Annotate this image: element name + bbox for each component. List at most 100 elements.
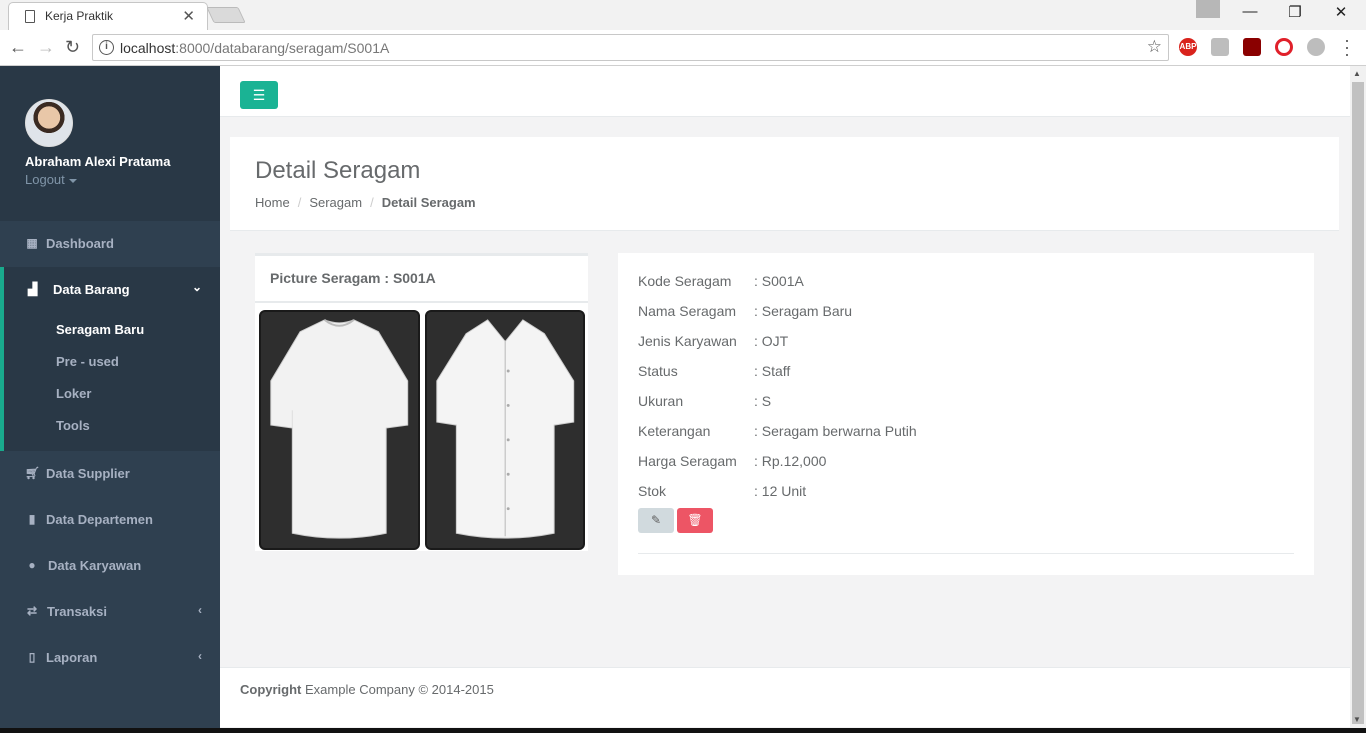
browser-tab[interactable]: Kerja Praktik ✕ [8, 2, 208, 30]
sidebar-subitem-loker[interactable]: Loker [56, 386, 91, 401]
shirt-back-image [259, 310, 420, 550]
sidebar-item-data-karyawan[interactable]: ● Data Karyawan [0, 543, 220, 589]
menu-toggle-button[interactable]: ☰ [240, 81, 278, 109]
sidebar-item-label: Laporan [46, 650, 98, 665]
chevron-left-icon: ‹ [198, 603, 202, 617]
edit-button[interactable]: ✎ [638, 508, 674, 533]
delete-button[interactable]: 🗑︎ [677, 508, 713, 533]
page-title: Detail Seragam [255, 157, 421, 184]
file-pdf-icon: ▯ [28, 650, 36, 664]
detail-key: Status [638, 363, 678, 379]
minimize-button[interactable]: — [1227, 3, 1273, 20]
logout-dropdown[interactable]: Logout [25, 172, 77, 187]
adblock-icon[interactable]: ABP [1179, 38, 1197, 56]
sidebar-subitem-tools[interactable]: Tools [56, 418, 90, 433]
ghostery-icon[interactable] [1307, 38, 1325, 56]
detail-value: : Seragam berwarna Putih [754, 423, 917, 439]
detail-value: : S001A [754, 273, 804, 289]
picture-title: Picture Seragam : S001A [270, 270, 436, 286]
profile-panel: Abraham Alexi Pratama Logout [0, 66, 220, 221]
close-window-button[interactable]: ✕ [1318, 3, 1364, 21]
reload-icon[interactable]: ↻ [65, 37, 80, 58]
scrollbar[interactable]: ▲ ▼ [1350, 66, 1366, 728]
footer-copyright: Copyright Example Company © 2014-2015 [240, 682, 494, 697]
browser-menu-icon[interactable]: · · · [1344, 31, 1350, 63]
drive-icon[interactable] [1211, 38, 1229, 56]
sidebar-item-label: Data Barang [53, 282, 130, 297]
detail-key: Nama Seragam [638, 303, 737, 319]
breadcrumb: Home / Seragam / Detail Seragam [255, 195, 476, 210]
browser-tabbar: Kerja Praktik ✕ — ❐ ✕ [0, 0, 1366, 30]
profile-name[interactable]: Abraham Alexi Pratama [25, 154, 170, 169]
scroll-thumb[interactable] [1352, 82, 1364, 724]
top-navbar: ☰ [220, 66, 1350, 117]
scroll-up-icon[interactable]: ▲ [1353, 69, 1361, 78]
detail-key: Harga Seragam [638, 453, 737, 469]
breadcrumb-seragam[interactable]: Seragam [309, 195, 362, 210]
logout-label: Logout [25, 172, 65, 187]
address-bar[interactable]: i localhost:8000/databarang/seragam/S001… [92, 34, 1169, 61]
detail-value: : OJT [754, 333, 789, 349]
divider [638, 553, 1294, 554]
url-host: localhost [120, 40, 176, 56]
forward-icon[interactable]: → [37, 37, 55, 58]
breadcrumb-home[interactable]: Home [255, 195, 290, 210]
detail-value: : Staff [754, 363, 791, 379]
close-tab-icon[interactable]: ✕ [182, 7, 195, 25]
sidebar-item-transaksi[interactable]: ⇄ Transaksi ‹ [0, 589, 220, 635]
chevron-down-icon: ⌄ [191, 280, 202, 294]
divider [255, 301, 588, 303]
detail-key: Ukuran [638, 393, 684, 409]
acrobat-icon[interactable] [1243, 38, 1261, 56]
bar-chart-icon: ▟ [28, 282, 38, 296]
uniform-image [259, 310, 585, 550]
sidebar-item-label: Data Karyawan [48, 558, 142, 573]
sidebar-item-laporan[interactable]: ▯ Laporan ‹ [0, 635, 220, 681]
hamburger-icon: ☰ [252, 87, 266, 103]
breadcrumb-separator: / [297, 195, 302, 210]
detail-value: : 12 Unit [754, 483, 807, 499]
chevron-left-icon: ‹ [198, 649, 202, 663]
sidebar-item-data-departemen[interactable]: ▮ Data Departemen [0, 497, 220, 543]
browser-toolbar: ← → ↻ i localhost:8000/databarang/seraga… [0, 30, 1366, 66]
restore-button[interactable]: ❐ [1272, 3, 1318, 21]
detail-panel: Kode Seragam : S001A Nama Seragam : Seraga… [618, 253, 1314, 575]
detail-key: Stok [638, 483, 667, 499]
detail-value: : Rp.12,000 [754, 453, 827, 469]
users-icon: ● [28, 558, 36, 572]
footer: Copyright Example Company © 2014-2015 [220, 667, 1350, 727]
opera-icon[interactable] [1275, 38, 1293, 56]
sidebar-item-label: Data Supplier [46, 466, 130, 481]
bookmark-star-icon[interactable]: ☆ [1147, 37, 1162, 57]
th-large-icon: ▦ [26, 236, 38, 250]
scroll-down-icon[interactable]: ▼ [1353, 715, 1361, 724]
detail-key: Kode Seragam [638, 273, 732, 289]
detail-value: : Seragam Baru [754, 303, 853, 319]
copyright-label: Copyright [240, 682, 302, 697]
picture-panel: Picture Seragam : S001A [255, 253, 588, 551]
url-text: localhost:8000/databarang/seragam/S001A [120, 40, 389, 56]
building-icon: ▮ [28, 512, 36, 526]
exchange-icon: ⇄ [26, 604, 38, 618]
taskbar-edge [0, 728, 1366, 733]
sidebar-item-data-barang: ▟ Data Barang ⌄ Seragam Baru Pre - used … [0, 267, 220, 451]
tab-title: Kerja Praktik [45, 9, 114, 23]
user-profile-icon[interactable] [1196, 0, 1220, 18]
info-icon[interactable]: i [99, 40, 114, 55]
sidebar-item-data-supplier[interactable]: 🛒︎ Data Supplier [0, 451, 220, 497]
avatar[interactable] [25, 99, 73, 147]
sidebar-item-label: Data Departemen [46, 512, 153, 527]
detail-key: Keterangan [638, 423, 711, 439]
sidebar-item-label: Transaksi [47, 604, 107, 619]
sidebar: Abraham Alexi Pratama Logout ▦ Dashboard… [0, 66, 220, 733]
company-text: Example Company © 2014-2015 [305, 682, 494, 697]
sidebar-item-dashboard[interactable]: ▦ Dashboard [0, 221, 220, 267]
back-icon[interactable]: ← [9, 37, 27, 58]
caret-down-icon [68, 178, 77, 183]
sidebar-item-data-barang-header[interactable]: ▟ Data Barang ⌄ [4, 267, 220, 313]
new-tab-button[interactable] [206, 7, 246, 23]
page-icon [25, 10, 35, 23]
sidebar-subitem-pre-used[interactable]: Pre - used [56, 354, 119, 369]
sidebar-subitem-seragam-baru[interactable]: Seragam Baru [56, 322, 144, 337]
pencil-icon: ✎ [650, 513, 662, 527]
